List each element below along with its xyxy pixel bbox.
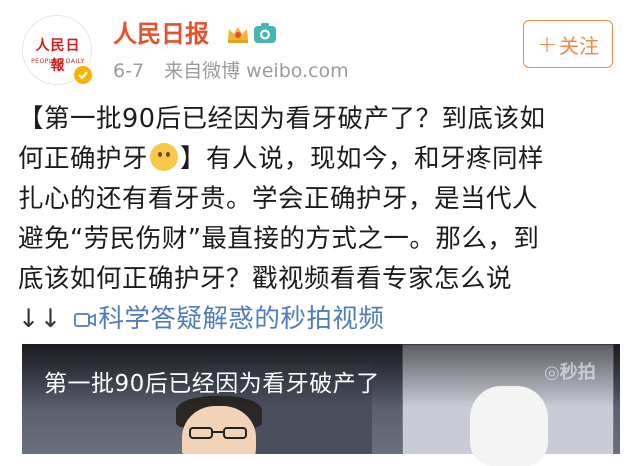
post-date: 6-7 (113, 60, 145, 82)
thinking-emoji-icon (150, 143, 179, 171)
plus-icon: + (536, 30, 558, 58)
glasses-icon (189, 427, 247, 439)
video-link-label: 科学答疑解惑的秒拍视频 (98, 304, 385, 334)
watermark-text: 秒拍 (559, 362, 596, 383)
follow-button[interactable]: + 关注 (523, 20, 613, 68)
video-title: 第一批90后已经因为看牙破产了 (44, 371, 380, 397)
follow-label: 关注 (559, 33, 600, 58)
verified-badge-icon (72, 64, 94, 86)
post-source[interactable]: 来自微博 weibo.com (164, 60, 349, 82)
post-text-segment: 】有人说，现如今，和牙疼同样 (180, 144, 545, 174)
account-name[interactable]: 人民日报 (113, 19, 209, 49)
post-body: 【第一批90后已经因为看牙破产了？到底该如 何正确护牙 】有人说，现如今，和牙疼同… (18, 99, 628, 339)
post-text-line: 【第一批90后已经因为看牙破产了？到底该如 (18, 104, 546, 134)
tooth-character (470, 386, 548, 466)
crown-icon (228, 27, 248, 43)
post-text-line: 底该如何正确护牙？戳视频看看专家怎么说 (18, 264, 513, 294)
camera-icon (254, 23, 276, 43)
video-link[interactable]: 科学答疑解惑的秒拍视频 (70, 304, 384, 334)
post-text-line: 避免“劳民伤财”最直接的方式之一。那么，到 (18, 224, 540, 254)
video-watermark: ◎秒拍 (544, 358, 596, 384)
down-arrows: ↓↓ (18, 304, 62, 334)
watermark-logo-icon: ◎ (544, 362, 560, 383)
post-text-segment: 何正确护牙 (18, 144, 149, 174)
video-link-icon (74, 313, 97, 327)
post-text-line: ↓↓ 科学答疑解惑的秒拍视频 (18, 299, 628, 339)
post-text-line: 扎心的还有看牙贵。学会正确护牙，是当代人 (18, 184, 539, 214)
post-text-line: 何正确护牙 】有人说，现如今，和牙疼同样 (18, 139, 628, 179)
post-meta: 6-7 来自微博 weibo.com (113, 58, 349, 84)
